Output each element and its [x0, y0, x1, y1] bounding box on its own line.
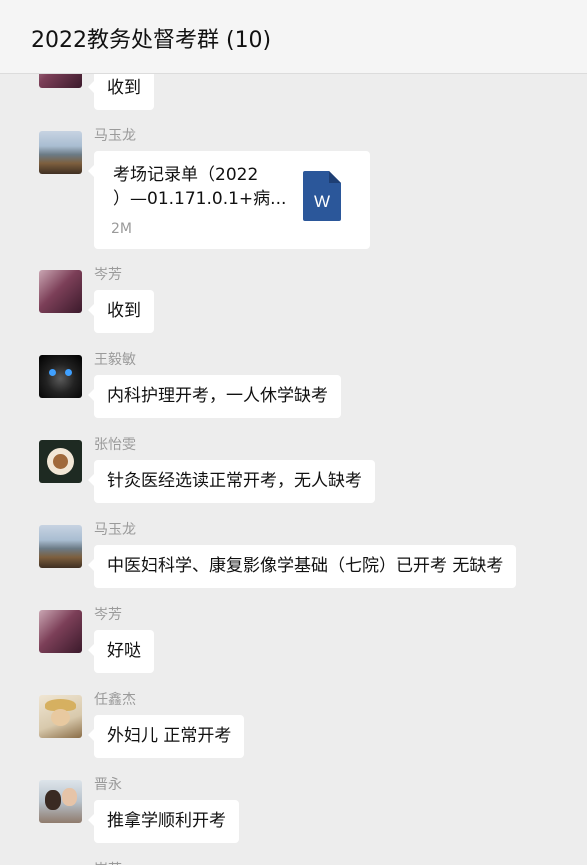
sender-name: 任鑫杰	[94, 692, 136, 708]
word-icon-letter: W	[314, 192, 330, 211]
message-bubble[interactable]: 收到	[88, 74, 154, 110]
avatar[interactable]	[39, 131, 82, 174]
cat-eye	[65, 369, 72, 376]
message-bubble[interactable]: 收到	[88, 290, 154, 333]
coffee-cup	[47, 448, 74, 475]
file-name: 考场记录单（2022 ）—01.171.0.1+病...	[113, 163, 293, 211]
file-message-card[interactable]: 考场记录单（2022 ）—01.171.0.1+病... 2M W	[88, 151, 370, 249]
chat-title: 2022教务处督考群 (10)	[31, 28, 272, 53]
sender-name: 岑芳	[94, 859, 122, 865]
message-list[interactable]: 收到 马玉龙 考场记录单（2022 ）—01.171.0.1+病... 2M W…	[0, 74, 587, 865]
message-bubble[interactable]: 推拿学顺利开考	[88, 800, 239, 843]
sender-name: 王毅敏	[94, 352, 136, 368]
file-name-line: ）—01.171.0.1+病...	[113, 189, 287, 209]
sender-name: 岑芳	[94, 267, 122, 283]
sender-name: 马玉龙	[94, 522, 136, 538]
sender-name: 张怡雯	[94, 437, 136, 453]
avatar[interactable]	[39, 525, 82, 568]
message-bubble[interactable]: 好哒	[88, 630, 154, 673]
cat-eye	[49, 369, 56, 376]
sender-name: 晋永	[94, 777, 122, 793]
doll-face	[51, 709, 70, 726]
file-size: 2M	[111, 221, 132, 237]
avatar[interactable]	[39, 780, 82, 823]
message-bubble[interactable]: 内科护理开考，一人休学缺考	[88, 375, 341, 418]
avatar[interactable]	[39, 440, 82, 483]
person-shape	[62, 788, 77, 806]
chat-header: 2022教务处督考群 (10)	[0, 0, 587, 74]
message-bubble[interactable]: 中医妇科学、康复影像学基础（七院）已开考 无缺考	[87, 545, 517, 588]
person-shape	[45, 790, 61, 810]
avatar[interactable]	[39, 610, 82, 653]
message-bubble[interactable]: 针灸医经选读正常开考，无人缺考	[88, 460, 375, 503]
sender-name: 马玉龙	[94, 128, 136, 144]
sender-name: 岑芳	[94, 607, 122, 623]
word-doc-icon: W	[303, 171, 341, 221]
avatar[interactable]	[39, 270, 82, 313]
message-bubble[interactable]: 外妇儿 正常开考	[87, 715, 245, 758]
avatar[interactable]	[39, 355, 82, 398]
avatar[interactable]	[39, 74, 82, 88]
file-name-line: 考场记录单（2022	[113, 165, 259, 185]
avatar[interactable]	[39, 695, 82, 738]
